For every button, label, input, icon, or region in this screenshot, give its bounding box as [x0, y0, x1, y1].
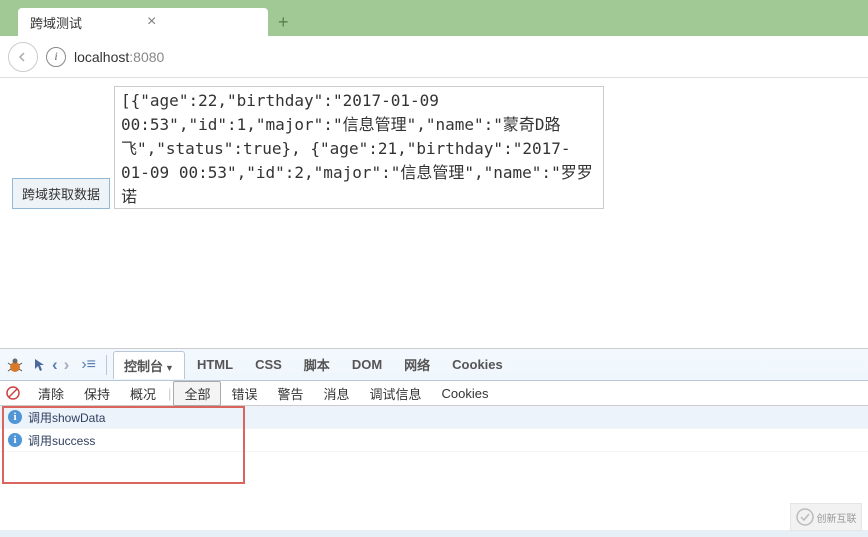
tab-title: 跨域测试 — [30, 13, 82, 32]
console-message: 调用success — [28, 432, 95, 449]
cross-origin-fetch-button[interactable]: 跨域获取数据 — [12, 178, 110, 209]
tab-css[interactable]: CSS — [245, 353, 292, 376]
console-empty-area — [0, 452, 868, 530]
console-row[interactable]: i 调用success — [0, 429, 868, 452]
url-display[interactable]: localhost:8080 — [74, 49, 164, 65]
toolbar-separator: | — [168, 386, 171, 401]
devtools-toolbar: ‹ › ›≡ 控制台▼ HTML CSS 脚本 DOM 网络 Cookies — [0, 349, 868, 381]
browser-tab-active[interactable]: 跨域测试 × — [18, 8, 268, 36]
subbar-profile[interactable]: 概况 — [120, 382, 166, 405]
console-output: i 调用showData i 调用success — [0, 406, 868, 530]
subbar-cookies[interactable]: Cookies — [432, 384, 499, 403]
subbar-error[interactable]: 错误 — [221, 382, 267, 405]
url-host: localhost — [74, 49, 129, 65]
page-content: 跨域获取数据 [{"age":22,"birthday":"2017-01-09… — [0, 78, 868, 217]
info-icon: i — [8, 433, 22, 447]
toolbar-separator — [106, 355, 107, 375]
watermark-text: 创新互联 — [817, 510, 857, 525]
tab-close-icon[interactable]: × — [147, 14, 156, 30]
dropdown-arrow-icon: ▼ — [165, 363, 174, 373]
console-subbar: 清除 保持 概况 | 全部 错误 警告 消息 调试信息 Cookies — [0, 381, 868, 406]
subbar-all[interactable]: 全部 — [173, 381, 221, 406]
tab-network[interactable]: 网络 — [394, 351, 440, 378]
subbar-info[interactable]: 消息 — [313, 382, 359, 405]
watermark: 创新互联 — [790, 503, 862, 531]
tab-script[interactable]: 脚本 — [294, 351, 340, 378]
console-message: 调用showData — [28, 409, 105, 426]
url-port: :8080 — [129, 49, 164, 65]
tab-console[interactable]: 控制台▼ — [113, 351, 185, 379]
inspect-icon[interactable] — [32, 357, 48, 373]
response-data-box[interactable]: [{"age":22,"birthday":"2017-01-09 00:53"… — [114, 86, 604, 209]
subbar-debug[interactable]: 调试信息 — [360, 382, 432, 405]
address-bar: i localhost:8080 — [0, 36, 868, 78]
info-icon: i — [8, 410, 22, 424]
step-icon[interactable]: ›≡ — [77, 356, 100, 374]
browser-chrome: 跨域测试 × + — [0, 0, 868, 36]
subbar-persist[interactable]: 保持 — [74, 382, 120, 405]
subbar-clear[interactable]: 清除 — [28, 382, 74, 405]
subbar-warn[interactable]: 警告 — [267, 382, 313, 405]
nav-back-icon[interactable]: ‹ — [50, 355, 60, 375]
stop-icon[interactable] — [6, 386, 20, 400]
tab-bar: 跨域测试 × + — [0, 0, 868, 36]
watermark-logo-icon — [796, 508, 814, 526]
back-arrow-icon — [17, 51, 29, 63]
back-button[interactable] — [8, 42, 38, 72]
tab-dom[interactable]: DOM — [342, 353, 392, 376]
firebug-icon[interactable] — [6, 357, 24, 373]
site-info-icon[interactable]: i — [46, 47, 66, 67]
console-row[interactable]: i 调用showData — [0, 406, 868, 429]
tab-cookies[interactable]: Cookies — [442, 353, 513, 376]
devtools-panel: ‹ › ›≡ 控制台▼ HTML CSS 脚本 DOM 网络 Cookies 清… — [0, 348, 868, 537]
new-tab-button[interactable]: + — [268, 8, 299, 36]
nav-forward-icon[interactable]: › — [62, 355, 72, 375]
tab-html[interactable]: HTML — [187, 353, 243, 376]
